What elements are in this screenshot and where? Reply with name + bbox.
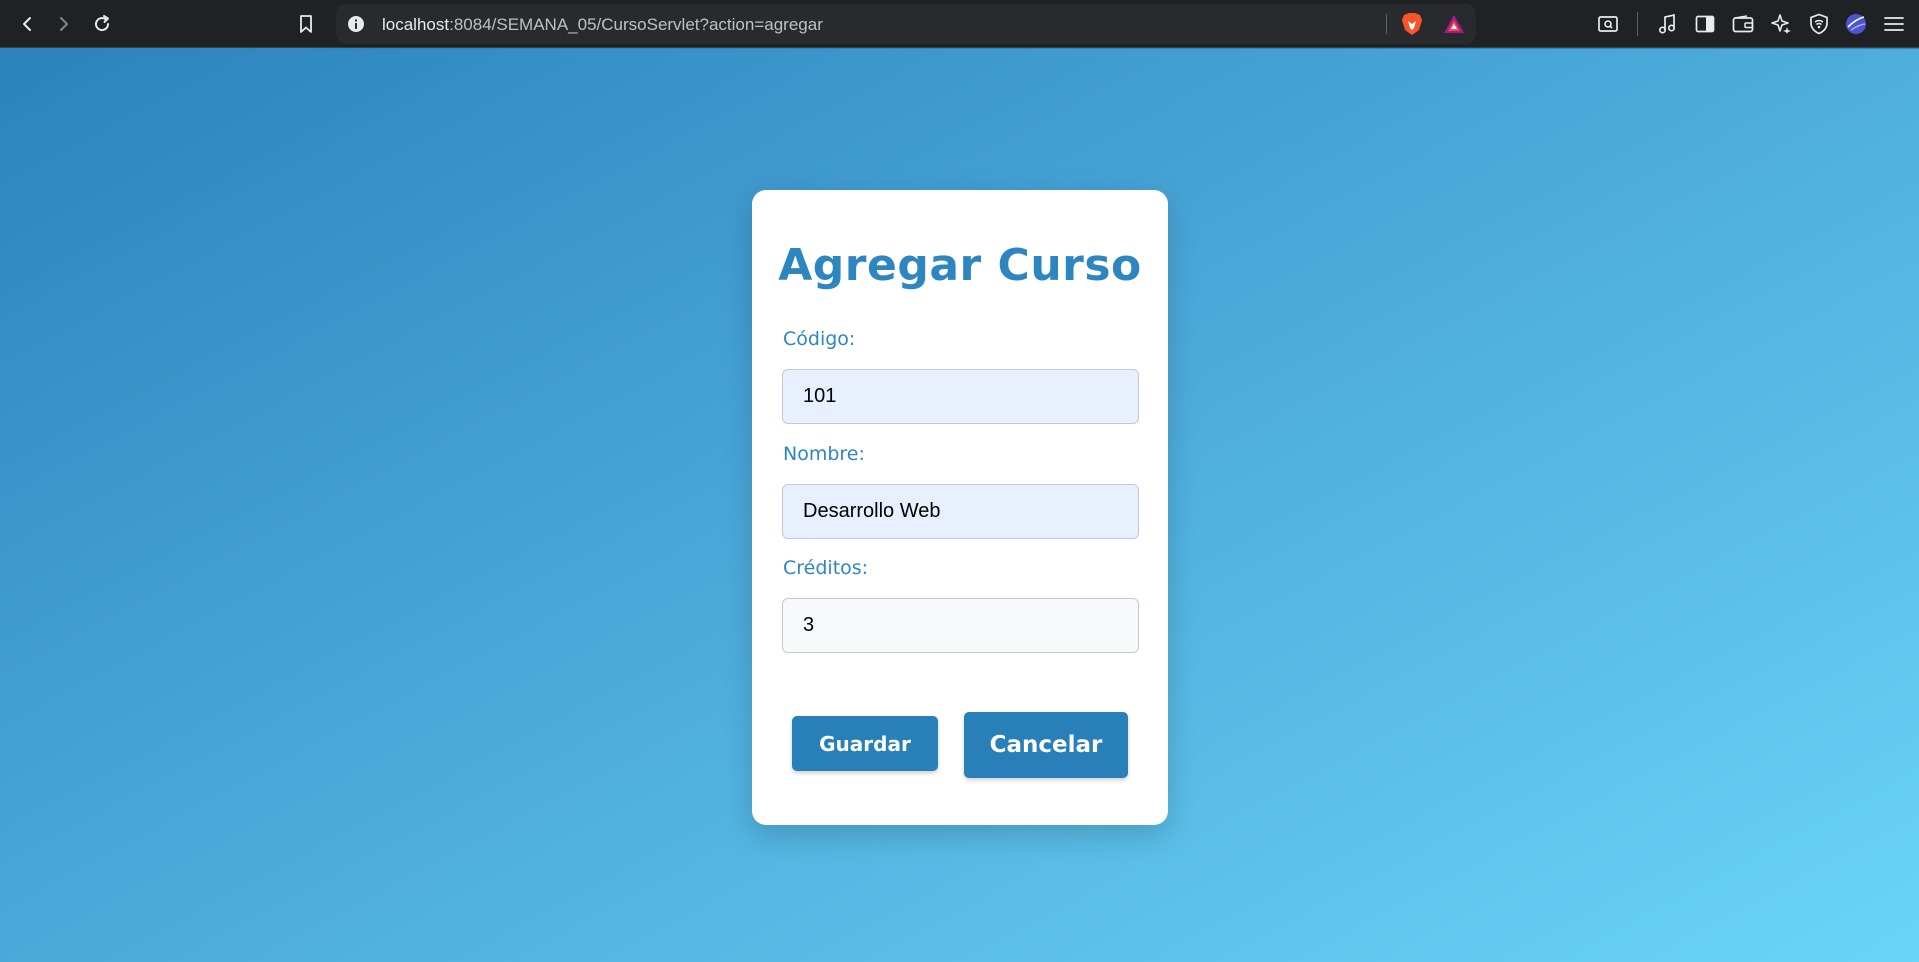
url-text[interactable]: localhost:8084/SEMANA_05/CursoServlet?ac… [382, 15, 823, 35]
cancel-button[interactable]: Cancelar [964, 712, 1128, 778]
reload-button[interactable] [86, 8, 118, 40]
course-form-card: Agregar Curso Código: Nombre: Créditos: … [752, 190, 1168, 825]
screenshot-icon [1597, 14, 1619, 34]
brave-lion-icon [1401, 12, 1423, 36]
browser-toolbar: localhost:8084/SEMANA_05/CursoServlet?ac… [0, 0, 1919, 48]
url-divider [1386, 14, 1387, 34]
toolbar-divider [1637, 12, 1638, 36]
codigo-input[interactable] [782, 369, 1139, 424]
forward-button[interactable] [48, 8, 80, 40]
brave-rewards-button[interactable] [1438, 8, 1470, 40]
bookmark-icon [297, 14, 315, 34]
page-title: Agregar Curso [778, 240, 1142, 291]
back-button[interactable] [11, 8, 43, 40]
shield-icon [1809, 13, 1829, 35]
leo-assistant-button[interactable] [1765, 8, 1797, 40]
creditos-input[interactable] [782, 598, 1139, 653]
sidebar-button[interactable] [1689, 8, 1721, 40]
chevron-left-icon [19, 16, 35, 32]
wallet-icon [1732, 15, 1754, 33]
sparkle-icon [1770, 13, 1792, 35]
profile-button[interactable] [1840, 8, 1872, 40]
info-icon[interactable] [346, 14, 366, 34]
page-background: Agregar Curso Código: Nombre: Créditos: … [0, 49, 1919, 962]
main-menu-button[interactable] [1878, 8, 1910, 40]
address-bar[interactable]: localhost:8084/SEMANA_05/CursoServlet?ac… [336, 4, 1476, 44]
sidebar-icon [1695, 15, 1715, 33]
screenshot-button[interactable] [1592, 8, 1624, 40]
wallet-button[interactable] [1727, 8, 1759, 40]
url-path: :8084/SEMANA_05/CursoServlet?action=agre… [449, 15, 823, 34]
creditos-label: Créditos: [783, 557, 869, 579]
vpn-button[interactable] [1803, 8, 1835, 40]
hamburger-menu-icon [1884, 16, 1904, 32]
music-note-icon [1657, 13, 1677, 35]
codigo-label: Código: [783, 328, 856, 350]
brave-shields-button[interactable] [1396, 8, 1428, 40]
bookmark-button[interactable] [290, 8, 322, 40]
url-host: localhost [382, 15, 450, 34]
nombre-label: Nombre: [783, 443, 865, 465]
reload-icon [92, 14, 112, 34]
media-button[interactable] [1651, 8, 1683, 40]
profile-icon [1845, 13, 1867, 35]
triangle-rewards-icon [1443, 14, 1465, 34]
chevron-right-icon [56, 16, 72, 32]
save-button[interactable]: Guardar [792, 716, 938, 771]
nombre-input[interactable] [782, 484, 1139, 539]
